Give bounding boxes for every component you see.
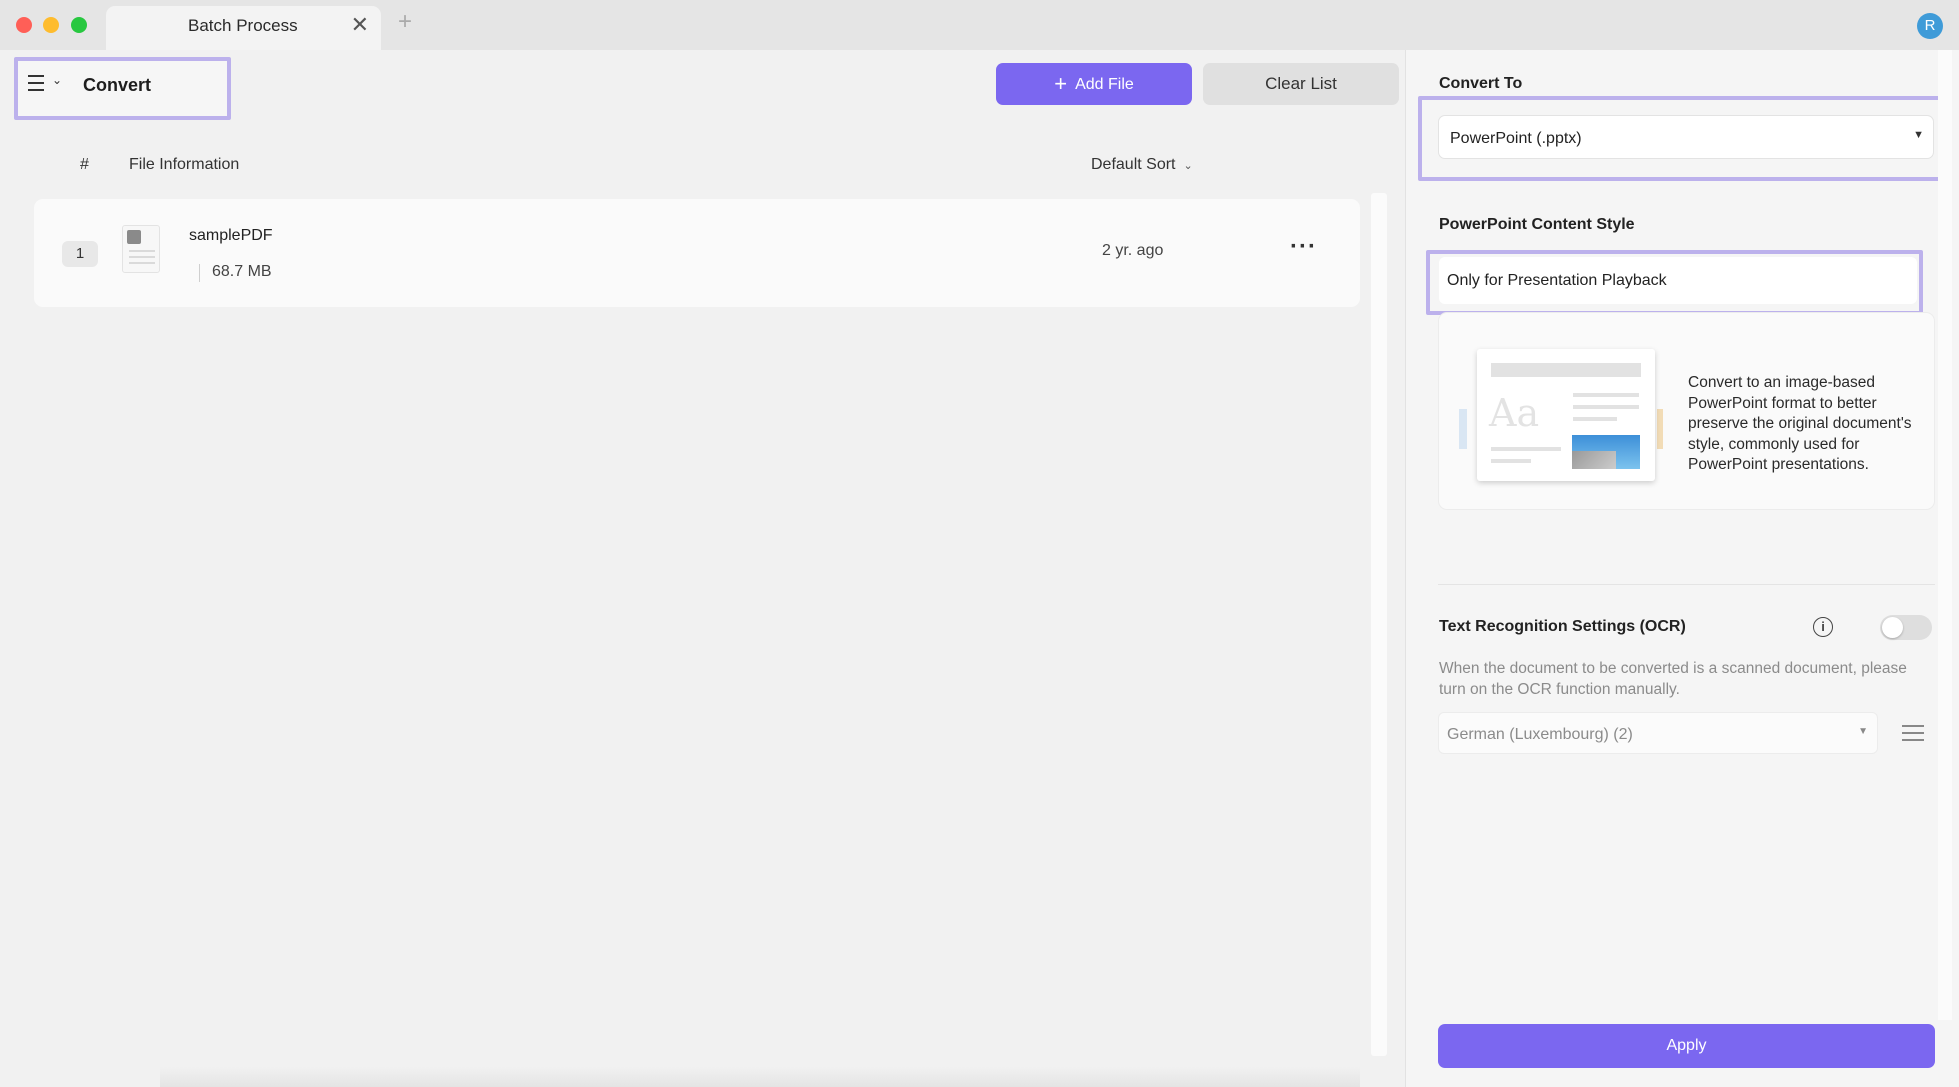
avatar[interactable]: R xyxy=(1917,13,1943,39)
add-file-button[interactable]: + Add File xyxy=(996,63,1192,105)
mode-label: Convert xyxy=(83,75,152,95)
dropdown-arrow-icon: ▼ xyxy=(1913,129,1924,141)
file-size: 68.7 MB xyxy=(212,263,272,280)
ocr-toggle[interactable] xyxy=(1880,615,1932,640)
sort-label: Default Sort xyxy=(1091,156,1176,173)
window-minimize-button[interactable] xyxy=(43,17,59,33)
settings-scrollbar[interactable] xyxy=(1938,50,1952,1020)
dropdown-arrow-icon: ▼ xyxy=(1858,726,1868,737)
title-bar: Batch Process ✕ + R xyxy=(0,0,1959,50)
clear-list-button[interactable]: Clear List xyxy=(1203,63,1399,105)
ocr-description: When the document to be converted is a s… xyxy=(1439,660,1907,698)
file-icon xyxy=(122,225,160,273)
chevron-down-icon: ⌄ xyxy=(1183,160,1193,172)
settings-panel: Convert To PowerPoint (.pptx) ▼ PowerPoi… xyxy=(1405,50,1959,1087)
content-style-preview-card: Aa Convert to an image-based PowerPoint … xyxy=(1438,312,1935,510)
sliders-icon[interactable] xyxy=(1902,720,1928,746)
presentation-illustration: Aa xyxy=(1459,349,1663,481)
add-file-label: Add File xyxy=(1075,76,1134,93)
column-header-index: # xyxy=(80,156,89,173)
highlight-box xyxy=(1426,250,1923,315)
info-icon[interactable]: i xyxy=(1813,617,1833,637)
plus-icon: + xyxy=(1054,71,1068,96)
apply-button[interactable]: Apply xyxy=(1438,1024,1935,1068)
tab-batch-process[interactable]: Batch Process ✕ xyxy=(106,6,381,50)
convert-to-value: PowerPoint (.pptx) xyxy=(1450,130,1582,147)
file-name: samplePDF xyxy=(189,227,273,244)
illustration-glyph: Aa xyxy=(1489,391,1540,435)
ocr-settings-label: Text Recognition Settings (OCR) xyxy=(1439,618,1686,635)
menu-icon[interactable] xyxy=(28,75,44,91)
file-list-panel: ⌄ Convert + Add File Clear List # File In… xyxy=(0,50,1405,1087)
file-row[interactable]: 1 samplePDF 68.7 MB 2 yr. ago ··· xyxy=(34,199,1360,307)
mode-selector[interactable]: ⌄ Convert xyxy=(14,57,231,120)
new-tab-button[interactable]: + xyxy=(398,8,412,36)
divider xyxy=(1438,584,1935,585)
file-modified-time: 2 yr. ago xyxy=(1102,242,1164,259)
sort-dropdown[interactable]: Default Sort ⌄ xyxy=(1091,156,1193,174)
content-style-label: PowerPoint Content Style xyxy=(1439,216,1635,233)
divider xyxy=(199,264,200,282)
ocr-language-select[interactable]: German (Luxembourg) (2) ▼ xyxy=(1438,712,1878,754)
window-close-button[interactable] xyxy=(16,17,32,33)
column-header-file-information: File Information xyxy=(129,156,240,173)
chevron-down-icon: ⌄ xyxy=(52,73,63,87)
ocr-language-value: German (Luxembourg) (2) xyxy=(1447,726,1633,743)
file-list-scrollbar[interactable] xyxy=(1371,193,1387,1056)
window-maximize-button[interactable] xyxy=(71,17,87,33)
tab-title: Batch Process xyxy=(188,16,298,35)
close-icon[interactable]: ✕ xyxy=(351,12,369,38)
convert-to-label: Convert To xyxy=(1439,75,1523,92)
file-index: 1 xyxy=(62,241,98,267)
content-style-description: Convert to an image-based PowerPoint for… xyxy=(1688,374,1912,473)
more-icon[interactable]: ··· xyxy=(1290,233,1317,261)
convert-to-select[interactable]: PowerPoint (.pptx) ▼ xyxy=(1438,115,1934,159)
